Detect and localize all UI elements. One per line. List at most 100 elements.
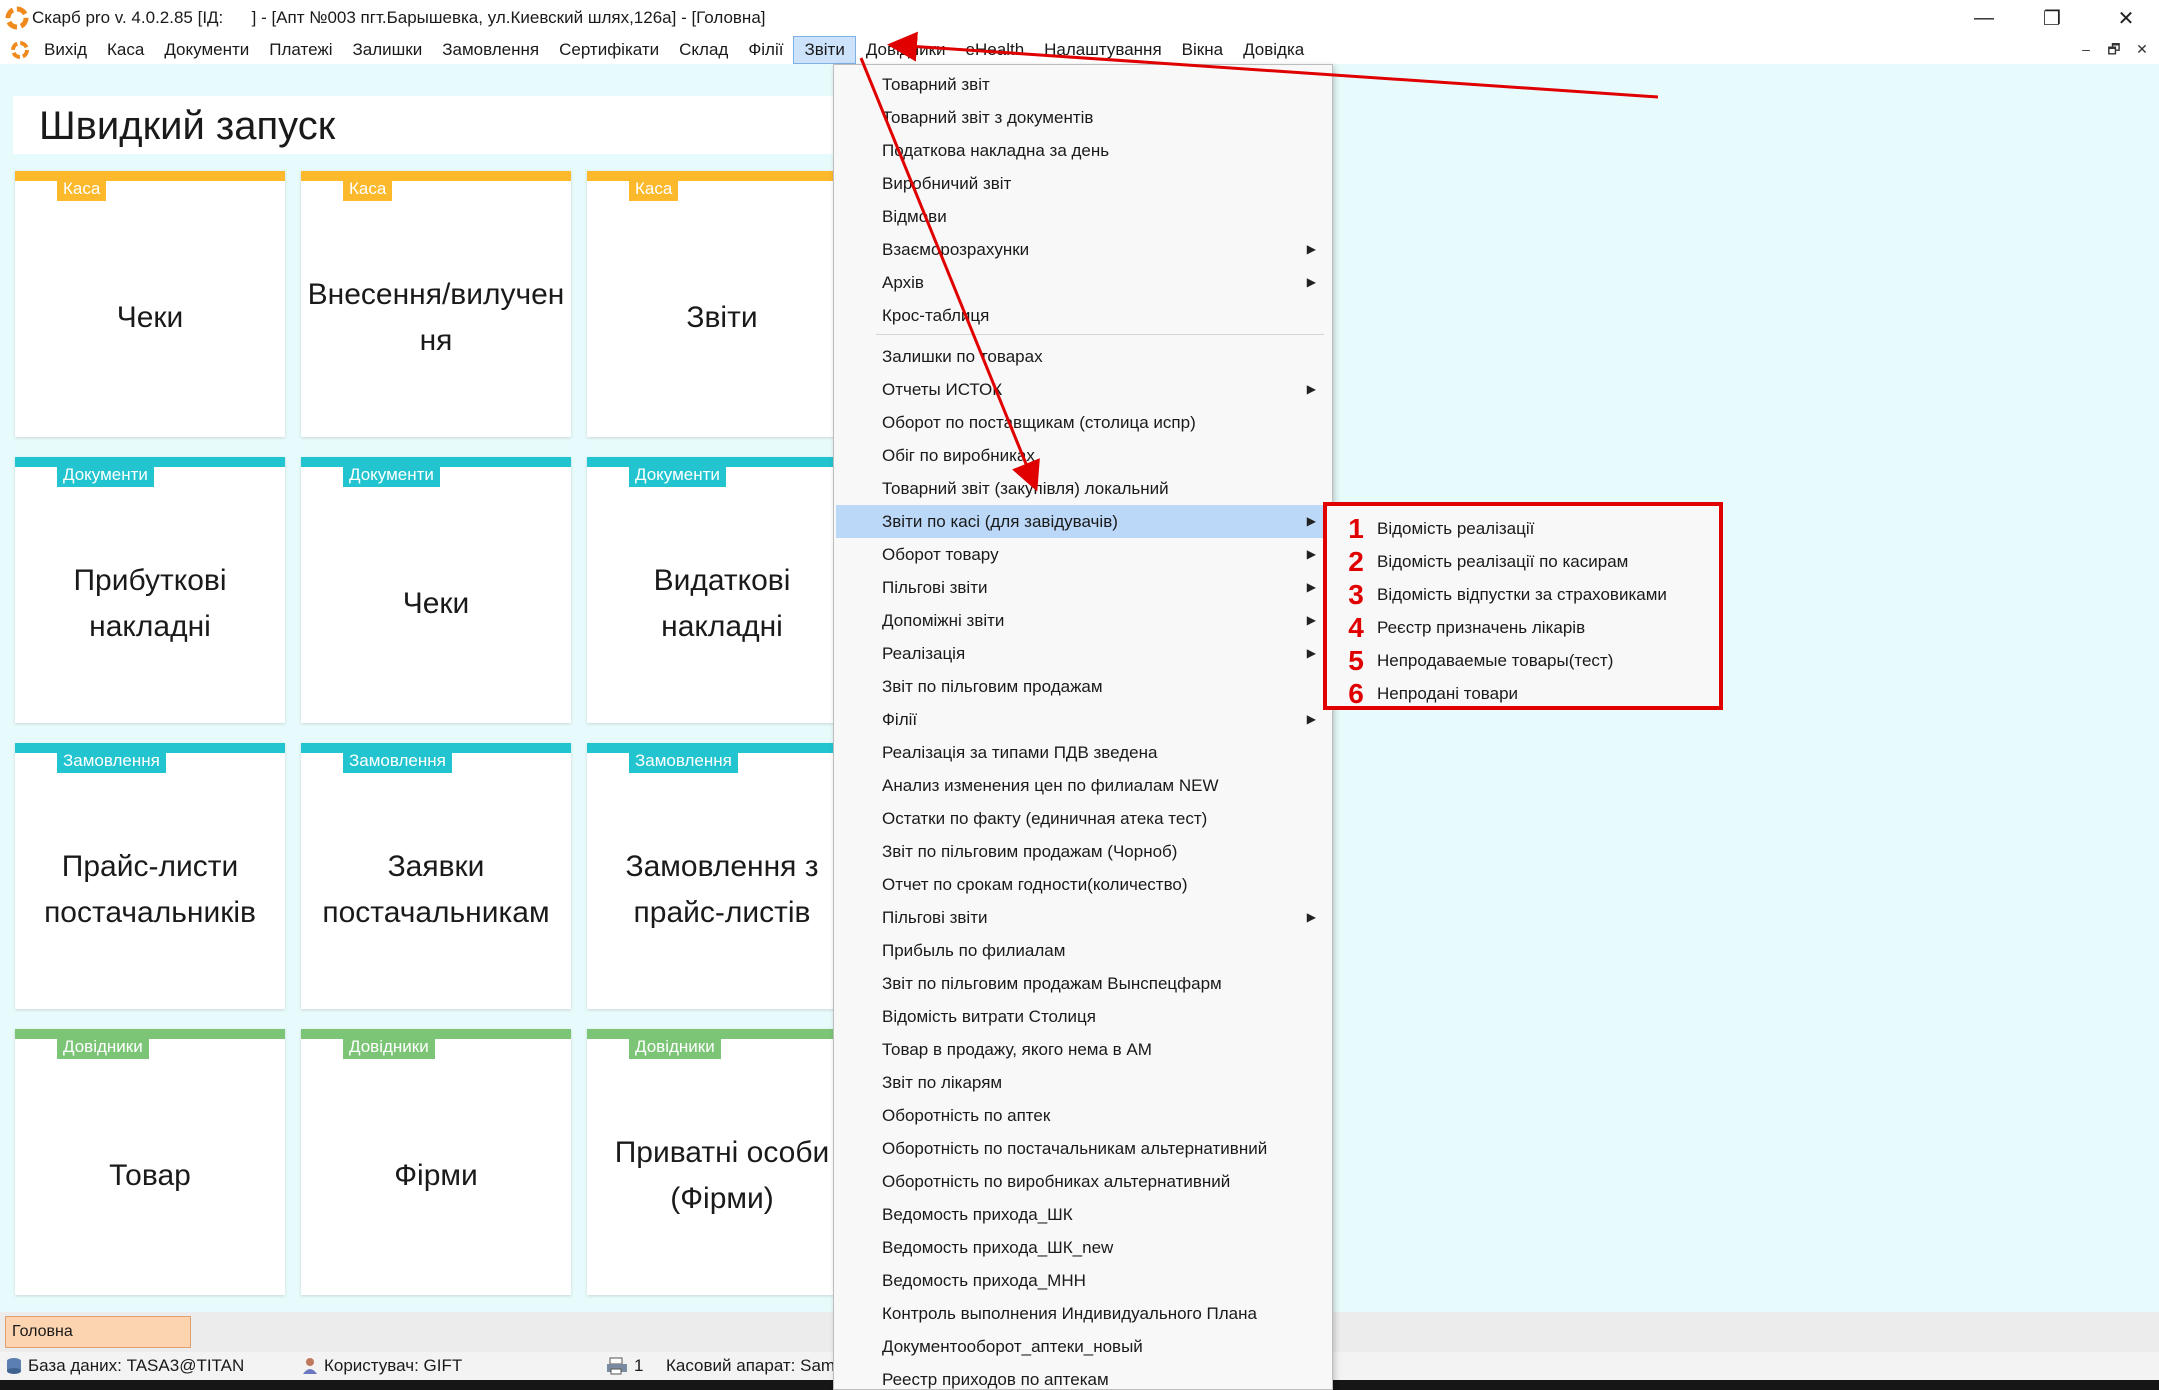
menu-separator <box>876 334 1324 335</box>
reports-menu-item[interactable]: Відмови <box>836 200 1330 233</box>
database-icon <box>7 1358 21 1374</box>
menu-item[interactable]: Філії <box>738 36 793 64</box>
menu-item[interactable]: Звіти <box>793 36 856 64</box>
reports-menu-item[interactable]: Пільгові звіти ▶ <box>836 571 1330 604</box>
reports-menu-item[interactable]: Обіг по виробниках <box>836 439 1330 472</box>
menu-item[interactable]: Довідники <box>856 36 956 64</box>
cash-report-item[interactable]: 1 Відомість реалізації <box>1327 512 1719 545</box>
tile-label: Прайс-листи постачальників <box>44 850 256 929</box>
window-minimize-button[interactable]: — <box>1952 0 2016 36</box>
reports-menu-item[interactable]: Крос-таблиця <box>836 299 1330 332</box>
quick-launch-title: Швидкий запуск <box>39 104 336 148</box>
menu-item[interactable]: eHealth <box>956 36 1035 64</box>
menu-item[interactable]: Каса <box>97 36 154 64</box>
mdi-restore-button[interactable]: 🗗 <box>2102 38 2126 60</box>
reports-menu-item[interactable]: Отчет по срокам годности(количество) <box>836 868 1330 901</box>
annotation-number: 1 <box>1348 513 1364 544</box>
reports-menu-item[interactable]: Податкова накладна за день <box>836 134 1330 167</box>
window-close-button[interactable]: ✕ <box>2094 0 2158 36</box>
menu-item[interactable]: Сертифікати <box>549 36 669 64</box>
menu-item[interactable]: Залишки <box>343 36 433 64</box>
mdi-minimize-button[interactable]: – <box>2074 38 2098 60</box>
reports-menu-item[interactable]: Філії ▶ <box>836 703 1330 736</box>
menu-logo-icon[interactable] <box>10 40 30 60</box>
reports-menu-item[interactable]: Ведомость прихода_ШК_new <box>836 1231 1330 1264</box>
reports-menu-item[interactable]: Звіт по пільговим продажам (Чорноб) <box>836 835 1330 868</box>
quick-launch-tile[interactable]: Документи Чеки <box>301 457 571 723</box>
quick-launch-tile[interactable]: Замовлення Заявки постачальникам <box>301 743 571 1009</box>
quick-launch-tile[interactable]: Каса Чеки <box>15 171 285 437</box>
reports-menu-item[interactable]: Контроль выполнения Индивидуального План… <box>836 1297 1330 1330</box>
reports-menu-item[interactable]: Взаєморозрахунки ▶ <box>836 233 1330 266</box>
quick-launch-tile[interactable]: Замовлення Замовлення з прайс-листів <box>587 743 857 1009</box>
reports-menu-item-label: Оборотність по постачальникам альтернати… <box>882 1139 1268 1158</box>
reports-menu-item[interactable]: Товарний звіт з документів <box>836 101 1330 134</box>
tile-category-tag: Документи <box>57 463 154 487</box>
reports-menu-item[interactable]: Товар в продажу, якого нема в АМ <box>836 1033 1330 1066</box>
reports-menu-item-label: Реалізація за типами ПДВ зведена <box>882 743 1158 762</box>
reports-menu-item[interactable]: Ведомость прихода_ШК <box>836 1198 1330 1231</box>
status-user-text: Користувач: GIFT <box>324 1356 463 1375</box>
quick-launch-tile[interactable]: Документи Видаткові накладні <box>587 457 857 723</box>
menu-item[interactable]: Налаштування <box>1034 36 1172 64</box>
reports-menu-item[interactable]: Остатки по факту (единичная атека тест) <box>836 802 1330 835</box>
quick-launch-tile[interactable]: Документи Прибуткові накладні <box>15 457 285 723</box>
menu-item[interactable]: Склад <box>669 36 738 64</box>
reports-menu-item-label: Звіт по лікарям <box>882 1073 1003 1092</box>
quick-launch-tile[interactable]: Довідники Приватні особи (Фірми) <box>587 1029 857 1295</box>
quick-launch-tile[interactable]: Каса Внесення/вилучен ня <box>301 171 571 437</box>
tile-label: Чеки <box>402 587 470 620</box>
cash-report-item[interactable]: 2 Відомість реалізації по касирам <box>1327 545 1719 578</box>
window-restore-button[interactable]: ❐ <box>2020 0 2084 36</box>
reports-menu-item[interactable]: Звіт по пільговим продажам Вынспецфарм <box>836 967 1330 1000</box>
reports-menu-item-label: Відмови <box>882 207 947 226</box>
reports-menu-item[interactable]: Оборот товару ▶ <box>836 538 1330 571</box>
reports-menu-item[interactable]: Оборот по поставщикам (столица испр) <box>836 406 1330 439</box>
tab-main[interactable]: Головна <box>5 1316 191 1348</box>
reports-menu-item[interactable]: Оборотність по виробниках альтернативний <box>836 1165 1330 1198</box>
reports-menu-item[interactable]: Товарний звіт (закупівля) локальний <box>836 472 1330 505</box>
reports-menu-item[interactable]: Товарний звіт <box>836 68 1330 101</box>
reports-menu-item[interactable]: Реестр приходов по аптекам <box>836 1363 1330 1390</box>
cash-report-item[interactable]: 3 Відомість відпустки за страховиками <box>1327 578 1719 611</box>
reports-menu-item[interactable]: Відомість витрати Столиця <box>836 1000 1330 1033</box>
mdi-close-button[interactable]: ✕ <box>2130 38 2154 60</box>
reports-menu-item[interactable]: Оборотність по постачальникам альтернати… <box>836 1132 1330 1165</box>
status-cash-register: Касовий апарат: Sam <box>666 1352 835 1380</box>
submenu-arrow-icon: ▶ <box>1306 514 1316 528</box>
quick-launch-tile[interactable]: Каса Звіти <box>587 171 857 437</box>
reports-menu-item[interactable]: Допоміжні звіти ▶ <box>836 604 1330 637</box>
reports-menu-item[interactable]: Прибыль по филиалам <box>836 934 1330 967</box>
reports-menu-item[interactable]: Виробничий звіт <box>836 167 1330 200</box>
cash-report-item[interactable]: 6 Непродані товари <box>1327 677 1719 710</box>
reports-menu-item[interactable]: Архів ▶ <box>836 266 1330 299</box>
reports-menu-item[interactable]: Звіт по лікарям <box>836 1066 1330 1099</box>
reports-menu-item[interactable]: Звіт по пільговим продажам <box>836 670 1330 703</box>
tile-label: Видаткові накладні <box>653 564 791 643</box>
quick-launch-tile[interactable]: Довідники Фірми <box>301 1029 571 1295</box>
menu-item[interactable]: Довідка <box>1233 36 1314 64</box>
quick-launch-tile[interactable]: Довідники Товар <box>15 1029 285 1295</box>
reports-menu-item[interactable]: Оборотність по аптек <box>836 1099 1330 1132</box>
submenu-arrow-icon: ▶ <box>1306 275 1316 289</box>
reports-menu-item[interactable]: Анализ изменения цен по филиалам NEW <box>836 769 1330 802</box>
menu-item[interactable]: Платежі <box>259 36 342 64</box>
menu-item[interactable]: Вихід <box>34 36 97 64</box>
tile-label: Заявки постачальникам <box>322 850 550 929</box>
reports-menu-item[interactable]: Залишки по товарах <box>836 340 1330 373</box>
menu-item[interactable]: Замовлення <box>432 36 549 64</box>
reports-menu-item[interactable]: Ведомость прихода_МНН <box>836 1264 1330 1297</box>
cash-report-item[interactable]: 5 Непродаваемые товары(тест) <box>1327 644 1719 677</box>
reports-menu-item-label: Оборотність по аптек <box>882 1106 1051 1125</box>
reports-menu-item[interactable]: Звіти по касі (для завідувачів) ▶ <box>836 505 1330 538</box>
reports-menu-item[interactable]: Реалізація ▶ <box>836 637 1330 670</box>
menu-item[interactable]: Документи <box>154 36 259 64</box>
reports-menu-item[interactable]: Документооборот_аптеки_новый <box>836 1330 1330 1363</box>
quick-launch-tile[interactable]: Замовлення Прайс-листи постачальників <box>15 743 285 1009</box>
cash-report-item[interactable]: 4 Реєстр призначень лікарів <box>1327 611 1719 644</box>
reports-menu-item[interactable]: Отчеты ИСТОК ▶ <box>836 373 1330 406</box>
reports-menu-item[interactable]: Пільгові звіти ▶ <box>836 901 1330 934</box>
menu-item[interactable]: Вікна <box>1172 36 1233 64</box>
reports-menu-item[interactable]: Реалізація за типами ПДВ зведена <box>836 736 1330 769</box>
tile-category-bar <box>301 171 571 181</box>
